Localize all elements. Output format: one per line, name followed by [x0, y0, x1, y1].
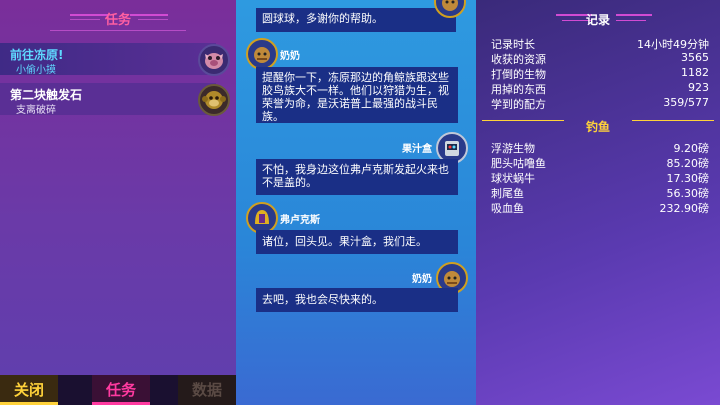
header-underline	[50, 30, 186, 31]
chat-bubble: 不怕，我身边这位弗卢克斯发起火来也不是盖的。	[256, 159, 458, 195]
fish-weight: 232.90磅	[659, 202, 710, 215]
close-button[interactable]: 关闭	[0, 375, 58, 405]
record-section-title: 记录	[585, 13, 610, 27]
fish-weight: 17.30磅	[666, 172, 710, 185]
stat-value: 14小时49分钟	[637, 38, 709, 51]
fish-name: 肥头咕噜鱼	[491, 157, 546, 170]
speaker-name: 果汁盒	[402, 144, 432, 155]
quest-subtitle: 支离破碎	[16, 105, 56, 116]
pig-creature-icon	[198, 44, 230, 76]
stat-value: 359/577	[663, 96, 709, 109]
stat-row: 打倒的生物 1182	[491, 66, 709, 81]
quest-item-trigger-stone[interactable]: 第二块触发石 支离破碎	[0, 83, 230, 116]
bottom-tab-bar: 关闭 任务 数据	[0, 375, 236, 405]
stat-label: 学到的配方	[491, 98, 546, 111]
quest-item-tundra[interactable]: 前往冻原! 小偷小摸	[0, 43, 230, 76]
tab-quests[interactable]: 任务	[92, 375, 150, 405]
speaker-name: 奶奶	[412, 274, 432, 285]
fish-row: 浮游生物 9.20磅	[491, 140, 709, 155]
tab-data[interactable]: 数据	[178, 375, 236, 405]
quest-panel-title: 任务	[104, 13, 131, 28]
speaker-name: 弗卢克斯	[280, 215, 320, 226]
fish-weight: 9.20磅	[673, 142, 710, 155]
stat-row: 学到的配方 359/577	[491, 96, 709, 111]
stats-panel: 记录 记录时长 14小时49分钟 收获的资源 3565 打倒的生物 1182 用…	[476, 0, 720, 405]
stat-row: 记录时长 14小时49分钟	[491, 36, 709, 51]
fishing-section-title: 钓鱼	[585, 120, 610, 134]
fish-row: 刺尾鱼 56.30磅	[491, 185, 709, 200]
stat-label: 打倒的生物	[491, 68, 546, 81]
chat-bubble: 诸位，回头见。果汁盒，我们走。	[256, 230, 458, 254]
grandma-icon	[246, 38, 278, 70]
fish-row: 吸血鱼 232.90磅	[491, 200, 709, 215]
stat-value: 923	[688, 81, 709, 94]
fish-row: 球状蜗牛 17.30磅	[491, 170, 709, 185]
stat-label: 用掉的东西	[491, 83, 546, 96]
chat-bubble: 圆球球，多谢你的帮助。	[256, 8, 456, 32]
monkey-creature-icon	[198, 84, 230, 116]
dialogue-log[interactable]: 圆球球，多谢你的帮助。 奶奶 提醒你一下，冻原那边的角鲸族跟这些胶鸟族大不一样。…	[236, 0, 476, 405]
fish-name: 吸血鱼	[491, 202, 524, 215]
fish-weight: 85.20磅	[666, 157, 710, 170]
quest-panel: 任务 前往冻原! 小偷小摸 第二块触发石 支离破碎 关闭 任务 数据	[0, 0, 236, 405]
speaker-name: 奶奶	[280, 51, 300, 62]
fish-name: 刺尾鱼	[491, 187, 524, 200]
fish-name: 浮游生物	[491, 142, 535, 155]
chat-bubble: 提醒你一下，冻原那边的角鲸族跟这些胶鸟族大不一样。他们以狩猎为生，视荣誉为命，是…	[256, 67, 458, 123]
fish-weight: 56.30磅	[666, 187, 710, 200]
grandma-icon	[434, 0, 466, 18]
fish-row: 肥头咕噜鱼 85.20磅	[491, 155, 709, 170]
stat-value: 3565	[681, 51, 709, 64]
stat-row: 收获的资源 3565	[491, 51, 709, 66]
quest-panel-header: 任务	[0, 0, 236, 34]
chat-bubble: 去吧，我也会尽快来的。	[256, 288, 458, 312]
fish-name: 球状蜗牛	[491, 172, 535, 185]
stat-label: 收获的资源	[491, 53, 546, 66]
stat-row: 用掉的东西 923	[491, 81, 709, 96]
stat-label: 记录时长	[491, 38, 535, 51]
stat-value: 1182	[681, 66, 709, 79]
quest-subtitle: 小偷小摸	[16, 65, 56, 76]
